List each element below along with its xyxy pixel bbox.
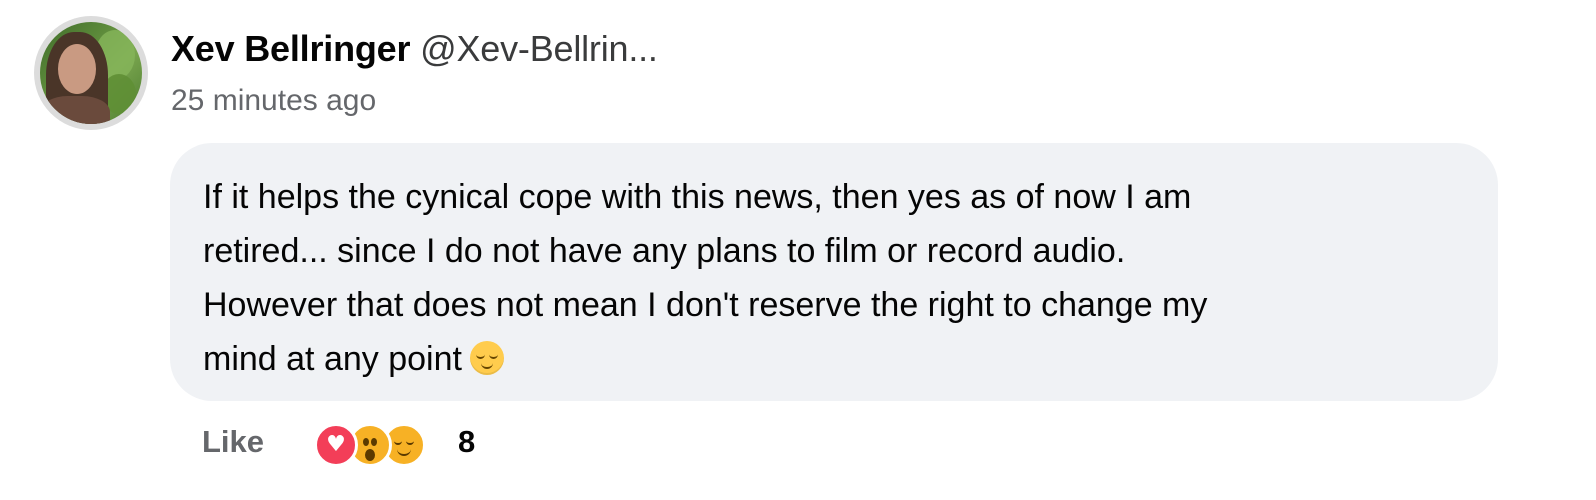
author-name[interactable]: Xev Bellringer [171, 28, 411, 69]
like-button[interactable]: Like [202, 424, 264, 460]
avatar[interactable] [34, 16, 148, 130]
reaction-count[interactable]: 8 [458, 424, 475, 460]
comment-text-line-last: mind at any point [203, 332, 1473, 386]
love-reaction-icon: ♥ [314, 423, 358, 467]
comment-text: If it helps the cynical cope with this n… [203, 170, 1473, 386]
comment-text-line: However that does not mean I don't reser… [203, 286, 1208, 324]
author-line: Xev Bellringer @Xev-Bellrin... [171, 28, 658, 70]
comment-card: Xev Bellringer @Xev-Bellrin... 25 minute… [0, 0, 1596, 500]
comment-timestamp[interactable]: 25 minutes ago [171, 84, 376, 118]
avatar-photo [40, 22, 142, 124]
author-handle[interactable]: @Xev-Bellrin... [420, 28, 658, 69]
relieved-face-icon [469, 341, 504, 375]
comment-text-line: If it helps the cynical cope with this n… [203, 178, 1192, 216]
comment-text-line: retired... since I do not have any plans… [203, 232, 1126, 270]
comment-text-line: mind at any point [203, 340, 462, 378]
